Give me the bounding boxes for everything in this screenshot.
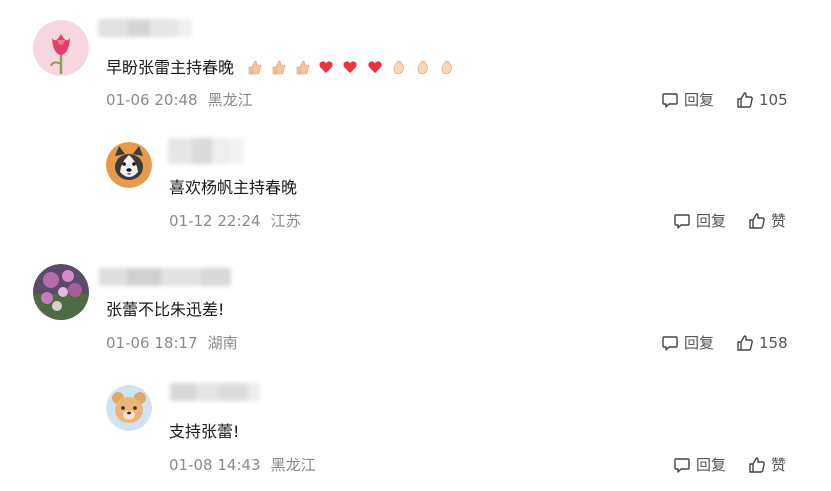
- comment-meta: 01-06 20:48 黑龙江: [106, 90, 253, 110]
- avatar-husky[interactable]: [106, 142, 152, 188]
- like-label: 赞: [771, 212, 787, 230]
- reply-date: 01-12 22:24: [169, 212, 261, 230]
- reply-button[interactable]: 回复: [673, 211, 726, 231]
- comment-bubble-icon: [662, 93, 678, 108]
- reply-label: 回复: [684, 91, 715, 109]
- clap-emoji-icon: [417, 60, 428, 75]
- tulip-avatar-icon: [33, 20, 89, 76]
- reply-button[interactable]: 回复: [661, 90, 714, 110]
- comment-content: 早盼张雷主持春晚: [106, 58, 235, 77]
- thumbs-up-emoji-icon: [272, 60, 286, 75]
- comment-location: 黑龙江: [207, 91, 253, 109]
- heart-emoji-icon: [343, 61, 358, 73]
- reply-text: 支持张蕾!: [169, 422, 240, 441]
- avatar-flowers[interactable]: [33, 264, 89, 320]
- thumbs-up-icon: [749, 457, 765, 473]
- reply-meta: 01-12 22:24 江苏: [169, 211, 301, 231]
- comment-date: 01-06 20:48: [106, 91, 198, 109]
- reply-meta: 01-08 14:43 黑龙江: [169, 455, 316, 475]
- reply-location: 黑龙江: [270, 456, 316, 474]
- heart-emoji-icon: [367, 61, 382, 73]
- username-blurred[interactable]: [98, 19, 192, 37]
- clap-emoji-icon: [393, 60, 404, 75]
- thumbs-up-emoji-icon: [296, 60, 310, 75]
- reply-label: 回复: [696, 456, 727, 474]
- reply-date: 01-08 14:43: [169, 456, 261, 474]
- like-button[interactable]: 赞: [748, 211, 786, 231]
- reply-location: 江苏: [270, 212, 301, 230]
- thumbs-up-icon: [749, 213, 765, 229]
- like-button[interactable]: 158: [736, 333, 788, 353]
- comment-meta: 01-06 18:17 湖南: [106, 333, 238, 353]
- username-blurred[interactable]: [99, 268, 231, 286]
- comment-bubble-icon: [662, 336, 678, 351]
- thumbs-up-icon: [737, 335, 753, 351]
- comment-date: 01-06 18:17: [106, 334, 198, 352]
- like-count: 105: [759, 91, 788, 109]
- like-button[interactable]: 105: [736, 90, 788, 110]
- clap-emoji-icon: [441, 60, 452, 75]
- comment-bubble-icon: [674, 458, 690, 473]
- heart-emoji-icon: [319, 61, 334, 73]
- husky-dog-avatar-icon: [106, 142, 152, 188]
- thumbs-up-emoji-icon: [248, 60, 262, 75]
- bear-cartoon-avatar-icon: [106, 385, 152, 431]
- like-button[interactable]: 赞: [748, 455, 786, 475]
- reply-text: 喜欢杨帆主持春晚: [169, 178, 298, 197]
- reply-button[interactable]: 回复: [661, 333, 714, 353]
- reply-button[interactable]: 回复: [673, 455, 726, 475]
- comment-text: 张蕾不比朱迅差!: [106, 300, 225, 319]
- comment-text: 早盼张雷主持春晚: [106, 58, 455, 78]
- avatar-tulip[interactable]: [33, 20, 89, 76]
- comment-bubble-icon: [674, 214, 690, 229]
- avatar-bear[interactable]: [106, 385, 152, 431]
- like-label: 赞: [771, 456, 787, 474]
- username-blurred[interactable]: [170, 383, 260, 401]
- like-count: 158: [759, 334, 788, 352]
- flowers-avatar-icon: [33, 264, 89, 320]
- reply-label: 回复: [684, 334, 715, 352]
- reply-label: 回复: [696, 212, 727, 230]
- comment-location: 湖南: [207, 334, 238, 352]
- emoji-group: [238, 58, 455, 77]
- thumbs-up-icon: [737, 92, 753, 108]
- username-blurred[interactable]: [168, 138, 244, 164]
